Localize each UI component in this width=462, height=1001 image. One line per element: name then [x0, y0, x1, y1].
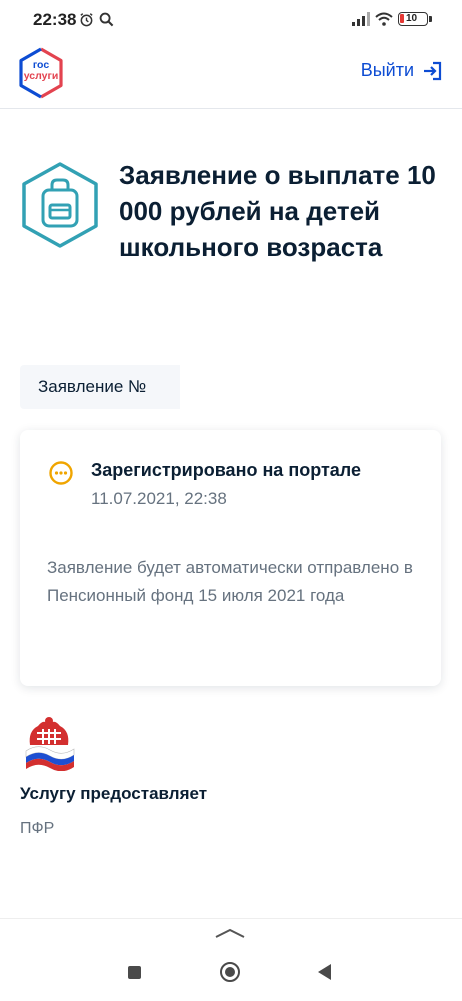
status-title: Зарегистрировано на портале: [91, 460, 361, 480]
app-header: гос услуги Выйти: [0, 38, 462, 109]
battery-icon: 10: [398, 12, 428, 26]
gosuslugi-logo[interactable]: гос услуги: [16, 46, 66, 100]
home-button[interactable]: [220, 962, 240, 982]
search-icon: [99, 12, 114, 27]
chevron-up-icon[interactable]: [214, 927, 246, 939]
status-time: 22:38: [33, 10, 77, 29]
provider-name: ПФР: [20, 820, 55, 837]
status-description: Заявление будет автоматически отправлено…: [47, 558, 413, 605]
logout-button[interactable]: Выйти: [361, 60, 442, 81]
backpack-icon: [22, 162, 98, 248]
battery-level: 10: [406, 13, 418, 24]
redacted-area: [180, 365, 289, 409]
wifi-icon: [375, 12, 393, 26]
system-status-bar: 22:38 10: [0, 0, 462, 38]
application-number: Заявление №: [20, 365, 289, 409]
back-button[interactable]: [318, 964, 331, 980]
battery-tip: [429, 16, 432, 22]
pending-icon: [49, 461, 73, 485]
system-nav-bar: [0, 918, 462, 1001]
provider-label: Услугу предоставляет: [20, 784, 208, 803]
logout-label: Выйти: [360, 60, 414, 80]
page-title: Заявление о выплате 10 000 рублей на дет…: [119, 160, 436, 262]
pfr-logo: [25, 717, 75, 771]
status-date: 11.07.2021, 22:38: [91, 489, 227, 508]
alarm-icon: [80, 13, 93, 27]
signal-icon: [352, 12, 370, 26]
application-number-label: Заявление №: [38, 377, 147, 396]
status-card: Зарегистрировано на портале 11.07.2021, …: [20, 430, 441, 686]
logo-text-uslugi: услуги: [23, 70, 59, 82]
logout-icon: [424, 61, 442, 80]
recent-apps-button[interactable]: [128, 966, 141, 979]
